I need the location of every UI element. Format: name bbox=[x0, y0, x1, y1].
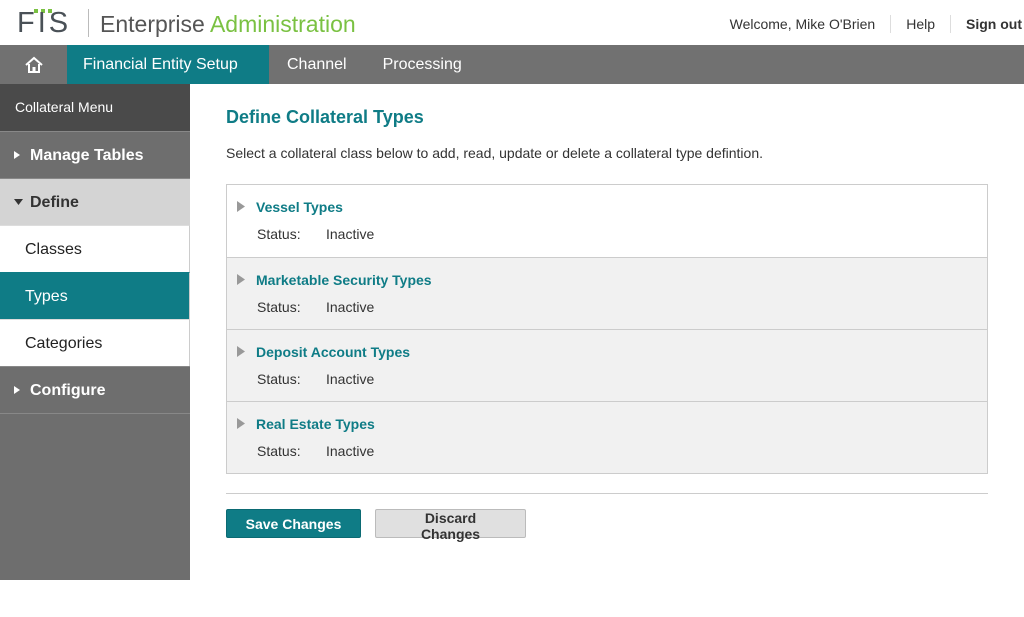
type-name-link[interactable]: Real Estate Types bbox=[256, 416, 375, 432]
sidebar-heading: Collateral Menu bbox=[0, 84, 190, 131]
welcome-text: Welcome, Mike O'Brien bbox=[729, 16, 876, 32]
app-header: FIS Enterprise Administration Welcome, M… bbox=[0, 0, 1024, 45]
caret-right-icon bbox=[14, 151, 30, 159]
sidebar-subitem-classes[interactable]: Classes bbox=[0, 225, 190, 272]
page-title: Define Collateral Types bbox=[226, 107, 424, 127]
expand-triangle-icon[interactable] bbox=[237, 201, 245, 212]
status-value: Inactive bbox=[326, 299, 375, 315]
sidebar-item-configure[interactable]: Configure bbox=[0, 366, 190, 413]
type-name-link[interactable]: Marketable Security Types bbox=[256, 272, 432, 288]
caret-down-icon bbox=[14, 199, 30, 205]
sidebar-item-manage-tables[interactable]: Manage Tables bbox=[0, 131, 190, 178]
fis-logo[interactable]: FIS bbox=[17, 8, 77, 38]
main-content: Define Collateral Types Select a collate… bbox=[226, 84, 988, 542]
help-link[interactable]: Help bbox=[890, 15, 950, 33]
sidebar-item-label: Define bbox=[30, 193, 79, 211]
expand-triangle-icon[interactable] bbox=[237, 346, 245, 357]
user-nav: Welcome, Mike O'Brien Help Sign out bbox=[715, 15, 1022, 33]
collateral-type-list: Vessel Types Status: Inactive Marketable… bbox=[226, 184, 988, 474]
collateral-sidebar: Collateral Menu Manage Tables Define Cla… bbox=[0, 84, 190, 580]
status-label: Status: bbox=[257, 371, 301, 387]
logo-divider bbox=[88, 9, 89, 37]
sidebar-item-label: Manage Tables bbox=[30, 146, 144, 164]
tab-financial-entity-setup[interactable]: Financial Entity Setup bbox=[67, 45, 269, 84]
home-icon bbox=[24, 56, 43, 73]
sidebar-subitem-types[interactable]: Types bbox=[0, 272, 190, 319]
status-value: Inactive bbox=[326, 443, 375, 459]
sign-out-link[interactable]: Sign out bbox=[950, 15, 1022, 33]
list-item[interactable]: Vessel Types Status: Inactive bbox=[227, 185, 987, 257]
status-label: Status: bbox=[257, 226, 301, 242]
status-value: Inactive bbox=[326, 226, 375, 242]
discard-changes-button[interactable]: Discard Changes bbox=[375, 509, 526, 542]
save-changes-button[interactable]: Save Changes bbox=[226, 509, 361, 538]
status-label: Status: bbox=[257, 443, 301, 459]
app-title-part2: Administration bbox=[209, 11, 356, 37]
status-value: Inactive bbox=[326, 371, 375, 387]
list-item[interactable]: Deposit Account Types Status: Inactive bbox=[227, 329, 987, 401]
tab-processing[interactable]: Processing bbox=[365, 45, 480, 84]
expand-triangle-icon[interactable] bbox=[237, 274, 245, 285]
type-name-link[interactable]: Vessel Types bbox=[256, 199, 343, 215]
action-bar: Save Changes Discard Changes bbox=[226, 509, 988, 542]
sidebar-item-label: Configure bbox=[30, 381, 106, 399]
app-title-part1: Enterprise bbox=[100, 11, 205, 37]
page-description: Select a collateral class below to add, … bbox=[226, 145, 763, 161]
logo-text: FIS bbox=[17, 7, 72, 39]
content-divider bbox=[226, 493, 988, 494]
caret-right-icon bbox=[14, 386, 30, 394]
home-button[interactable] bbox=[0, 45, 67, 84]
logo-mark: FIS bbox=[17, 8, 77, 38]
expand-triangle-icon[interactable] bbox=[237, 418, 245, 429]
app-title: Enterprise Administration bbox=[100, 10, 356, 38]
sidebar-item-define[interactable]: Define bbox=[0, 178, 190, 225]
sidebar-subitem-categories[interactable]: Categories bbox=[0, 319, 190, 366]
status-label: Status: bbox=[257, 299, 301, 315]
list-item[interactable]: Real Estate Types Status: Inactive bbox=[227, 401, 987, 473]
type-name-link[interactable]: Deposit Account Types bbox=[256, 344, 410, 360]
list-item[interactable]: Marketable Security Types Status: Inacti… bbox=[227, 257, 987, 329]
top-navigation: Financial Entity Setup Channel Processin… bbox=[0, 45, 1024, 84]
tab-channel[interactable]: Channel bbox=[269, 45, 365, 84]
